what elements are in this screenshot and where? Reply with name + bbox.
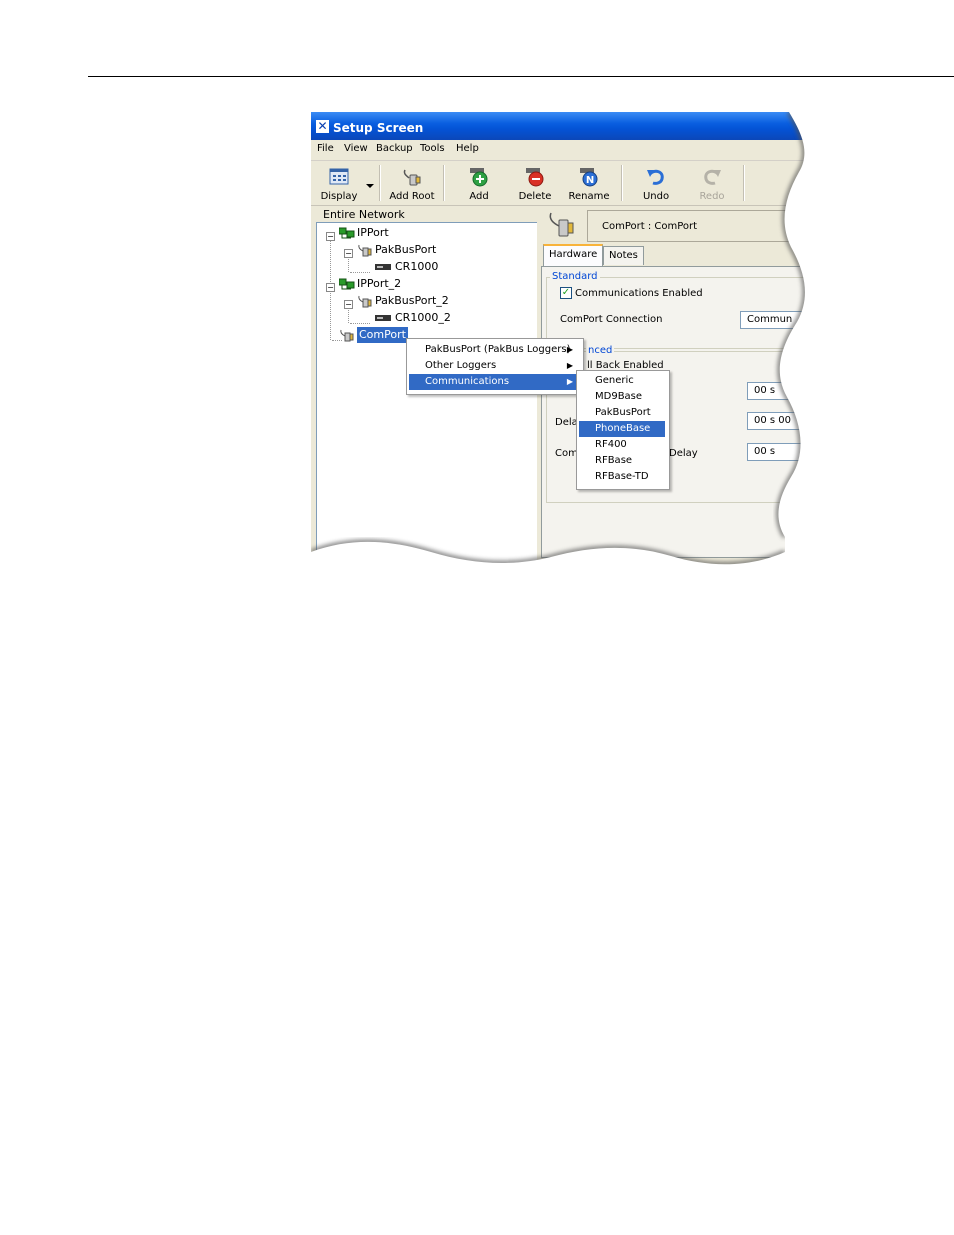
comport-icon	[403, 169, 421, 186]
title-bar[interactable]: ✕ Setup Screen	[311, 112, 831, 140]
delete-button[interactable]: Delete	[513, 163, 557, 205]
display-button[interactable]: Display	[317, 163, 361, 205]
redo-button[interactable]: Redo	[691, 163, 733, 205]
delay-hangup-field[interactable]: 00 s 00	[747, 412, 825, 430]
standard-group-label: Standard	[550, 271, 600, 282]
submenu-arrow-icon: ▶	[566, 345, 573, 354]
expand-ipport-2[interactable]: −	[326, 283, 335, 292]
redo-icon	[704, 169, 721, 185]
submenu-item-phonebase[interactable]: PhoneBase	[579, 421, 665, 437]
menu-file[interactable]: File	[317, 143, 334, 154]
communications-submenu: Generic MD9Base PakBusPort PhoneBase RF4…	[576, 370, 670, 490]
menu-view[interactable]: View	[344, 143, 368, 154]
submenu-arrow-icon: ▶	[566, 377, 573, 386]
display-icon	[329, 168, 349, 185]
window-title: Setup Screen	[333, 121, 424, 135]
pakbus-icon	[358, 244, 372, 257]
tab-notes[interactable]: Notes	[603, 246, 644, 265]
pakbus-icon	[358, 295, 372, 308]
page-header-rule	[88, 76, 954, 77]
menu-item-other-loggers[interactable]: Other Loggers ▶	[409, 358, 579, 374]
communications-enabled-checkbox[interactable]: ✓	[560, 287, 572, 299]
context-menu: PakBusPort (PakBus Loggers) ▶ Other Logg…	[406, 338, 584, 395]
datalogger-icon	[375, 315, 391, 321]
screenshot: ✕ Setup Screen File View Backup Tools He…	[311, 112, 831, 582]
menu-item-communications[interactable]: Communications ▶	[409, 374, 579, 390]
device-header: ComPort : ComPort	[587, 210, 831, 242]
network-icon	[339, 227, 355, 239]
tab-hardware[interactable]: Hardware	[543, 244, 604, 267]
comport-connection-label: ComPort Connection	[560, 314, 663, 325]
network-icon	[339, 278, 355, 290]
submenu-item-rfbase[interactable]: RFBase	[579, 453, 665, 469]
comport-device-icon	[549, 212, 574, 237]
app-icon: ✕	[316, 119, 329, 133]
display-dropdown-icon[interactable]	[366, 183, 374, 189]
network-tree[interactable]: − IPPort − PakBusPort CR1000 − IPPort_2 …	[316, 222, 540, 582]
expand-pakbusport[interactable]: −	[344, 249, 353, 258]
submenu-item-pakbusport[interactable]: PakBusPort	[579, 405, 665, 421]
undo-icon	[647, 169, 664, 185]
menu-backup[interactable]: Backup	[376, 143, 413, 154]
submenu-item-generic[interactable]: Generic	[579, 373, 665, 389]
datalogger-icon	[375, 264, 391, 270]
comport-connection-select[interactable]: Commun	[740, 311, 828, 329]
setup-window: ✕ Setup Screen File View Backup Tools He…	[311, 112, 831, 582]
submenu-item-md9base[interactable]: MD9Base	[579, 389, 665, 405]
comport-icon	[340, 329, 354, 342]
comm-delay-label-end: Delay	[669, 448, 698, 459]
network-pane: Entire Network − IPPort − PakBusPort CR1…	[313, 208, 540, 582]
submenu-item-rfbase-td[interactable]: RFBase-TD	[579, 469, 665, 485]
svg-text:N: N	[586, 175, 594, 186]
add-root-button[interactable]: Add Root	[387, 163, 437, 205]
delete-icon	[526, 168, 544, 187]
rename-icon: N	[580, 168, 598, 187]
communications-enabled-label: Communications Enabled	[575, 288, 703, 299]
menu-help[interactable]: Help	[456, 143, 479, 154]
extra-response-time-field[interactable]: 00 s	[747, 382, 825, 400]
comm-delay-label: Com	[555, 448, 578, 459]
submenu-item-rf400[interactable]: RF400	[579, 437, 665, 453]
expand-pakbusport-2[interactable]: −	[344, 300, 353, 309]
menu-item-pakbusport-loggers[interactable]: PakBusPort (PakBus Loggers) ▶	[409, 342, 579, 358]
delay-hangup-label: Dela	[555, 417, 578, 428]
add-icon	[470, 168, 488, 187]
advanced-group-label: nced	[586, 345, 615, 356]
expand-ipport[interactable]: −	[326, 232, 335, 241]
rename-button[interactable]: N Rename	[567, 163, 611, 205]
submenu-arrow-icon: ▶	[566, 361, 573, 370]
menu-bar: File View Backup Tools Help	[311, 140, 831, 161]
undo-button[interactable]: Undo	[635, 163, 677, 205]
menu-tools[interactable]: Tools	[420, 143, 445, 154]
toolbar: Display Add Root Add Delete N Rename Und…	[311, 161, 831, 206]
comm-delay-field[interactable]: 00 s	[747, 443, 825, 461]
add-button[interactable]: Add	[457, 163, 501, 205]
network-header: Entire Network	[323, 208, 405, 221]
